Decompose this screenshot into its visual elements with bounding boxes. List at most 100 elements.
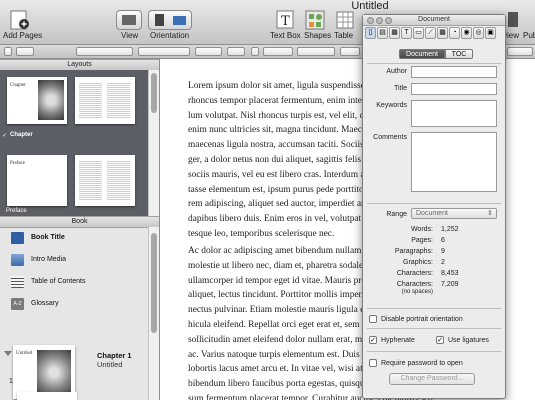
paragraphs-label: Paragraphs: [394, 248, 433, 255]
bold-italic-buttons[interactable] [263, 47, 293, 56]
font-size-field[interactable] [227, 47, 245, 56]
link-inspector-tab-icon[interactable]: ◉ [461, 27, 472, 39]
font-style-select[interactable] [195, 47, 222, 56]
chapter-thumb-title: Untitled [16, 351, 33, 356]
close-button[interactable] [367, 17, 374, 24]
characters-no-spaces-label: Characters: [396, 281, 433, 288]
paragraph-style-select[interactable] [76, 47, 133, 56]
book-scrollbar[interactable] [148, 227, 159, 400]
document-inspector-tab-icon[interactable]: ▯ [365, 27, 376, 39]
shapes-label: Shapes [304, 31, 332, 40]
format-style-button[interactable] [4, 47, 12, 56]
chapter-title: Chapter 1 [97, 351, 132, 360]
alignment-buttons[interactable] [297, 47, 335, 56]
font-family-select[interactable] [138, 47, 190, 56]
add-pages-label: Add Pages [3, 31, 43, 40]
disable-portrait-label: Disable portrait orientation [381, 316, 463, 323]
layout-label-chapter: Chapter [10, 132, 33, 138]
thumb-title: Chapter [10, 83, 26, 88]
table-inspector-tab-icon[interactable]: ▦ [437, 27, 448, 39]
table-icon[interactable] [336, 10, 354, 30]
keywords-field[interactable] [411, 100, 497, 127]
hyphenate-label: Hyphenate [381, 337, 415, 344]
comments-field[interactable] [411, 132, 497, 192]
quicktime-inspector-tab-icon[interactable]: ◎ [473, 27, 484, 39]
divider [367, 328, 501, 329]
chapter-thumb-image [37, 350, 71, 395]
divider [367, 351, 501, 352]
range-select[interactable]: Document ⇕ [411, 208, 497, 219]
hyphenate-checkbox[interactable]: ✓ [369, 336, 377, 344]
view-right-icon[interactable] [507, 10, 519, 30]
divider [367, 203, 501, 204]
next-page-thumb[interactable] [17, 392, 77, 400]
no-spaces-note: (no spaces) [401, 289, 433, 295]
book-item-intro-media[interactable]: Intro Media [0, 251, 148, 273]
layout-thumb-text-page[interactable] [75, 77, 135, 124]
graphic-inspector-tab-icon[interactable]: ▭ [413, 27, 424, 39]
layout-thumb-chapter[interactable]: Chapter [7, 77, 67, 124]
layout-thumb-preface[interactable]: Preface [7, 155, 67, 206]
divider [367, 63, 501, 64]
book-item-glossary[interactable]: A-Z Glossary [0, 295, 148, 317]
sidebar: Layouts Chapter ✓ Chapter Preface Prefac… [0, 59, 160, 400]
minimize-button[interactable] [376, 17, 383, 24]
wrap-inspector-tab-icon[interactable]: ▦ [389, 27, 400, 39]
author-label: Author [386, 68, 407, 75]
text-color-well[interactable] [251, 47, 259, 56]
book-item-book-title[interactable]: Book Title [0, 229, 148, 251]
book-item-table-of-contents[interactable]: Table of Contents [0, 273, 148, 295]
comments-label: Comments [373, 134, 407, 141]
text-box-icon[interactable]: T [276, 10, 294, 30]
list-select[interactable] [507, 47, 533, 56]
pages-label: Pages: [411, 237, 433, 244]
layout-thumb-text-page-2[interactable] [75, 155, 135, 206]
shapes-icon[interactable] [305, 10, 325, 30]
words-value: 1,252 [441, 226, 459, 233]
characters-value: 8,453 [441, 270, 459, 277]
line-spacing-select[interactable] [340, 47, 360, 56]
text-inspector-tab-icon[interactable]: T [401, 27, 412, 39]
orientation-label: Orientation [150, 31, 190, 40]
format-list-button[interactable] [16, 47, 34, 56]
widget-inspector-tab-icon[interactable]: ▣ [485, 27, 496, 39]
layout-inspector-tab-icon[interactable]: ▤ [377, 27, 388, 39]
chapter-number: 1 [9, 378, 13, 385]
use-ligatures-label: Use ligatures [448, 337, 489, 344]
change-password-button[interactable]: Change Password... [389, 373, 475, 385]
use-ligatures-checkbox[interactable]: ✓ [436, 336, 444, 344]
book-title-icon [11, 232, 24, 244]
zoom-button[interactable] [385, 17, 392, 24]
layouts-scrollbar[interactable] [148, 70, 159, 216]
orientation-button[interactable] [148, 10, 192, 30]
divider [367, 308, 501, 309]
author-field[interactable] [411, 66, 497, 78]
title-field[interactable] [411, 83, 497, 95]
disclosure-triangle-icon[interactable] [4, 351, 12, 356]
tab-document[interactable]: Document [399, 49, 445, 59]
range-select-value: Document [416, 210, 448, 217]
layouts-scroll-thumb[interactable] [151, 73, 157, 113]
inspector-tab-bar: ▯ ▤ ▦ T ▭ ⟋ ▦ ◔ ◉ ◎ ▣ [365, 27, 503, 41]
characters-no-spaces-value: 7,209 [441, 281, 459, 288]
chapter-thumb[interactable]: Untitled [13, 345, 75, 399]
view-label: View [121, 31, 139, 40]
metrics-inspector-tab-icon[interactable]: ⟋ [425, 27, 436, 39]
inspector-title: Document [418, 16, 450, 23]
book-header: Book [0, 216, 159, 228]
tab-toc[interactable]: TOC [445, 49, 473, 59]
book-scroll-thumb[interactable] [151, 233, 157, 333]
svg-text:T: T [281, 14, 290, 29]
table-label: Table [334, 31, 354, 40]
glossary-icon: A-Z [11, 298, 24, 310]
chart-inspector-tab-icon[interactable]: ◔ [449, 27, 460, 39]
check-icon: ✓ [2, 133, 8, 139]
text-box-label: Text Box [270, 31, 301, 40]
disable-portrait-checkbox[interactable] [369, 315, 377, 323]
book-item-label: Intro Media [31, 256, 67, 263]
range-label: Range [386, 211, 407, 218]
add-pages-icon[interactable] [9, 10, 31, 30]
book-item-label: Book Title [31, 234, 65, 241]
require-password-checkbox[interactable] [369, 359, 377, 367]
view-button[interactable] [116, 10, 142, 30]
